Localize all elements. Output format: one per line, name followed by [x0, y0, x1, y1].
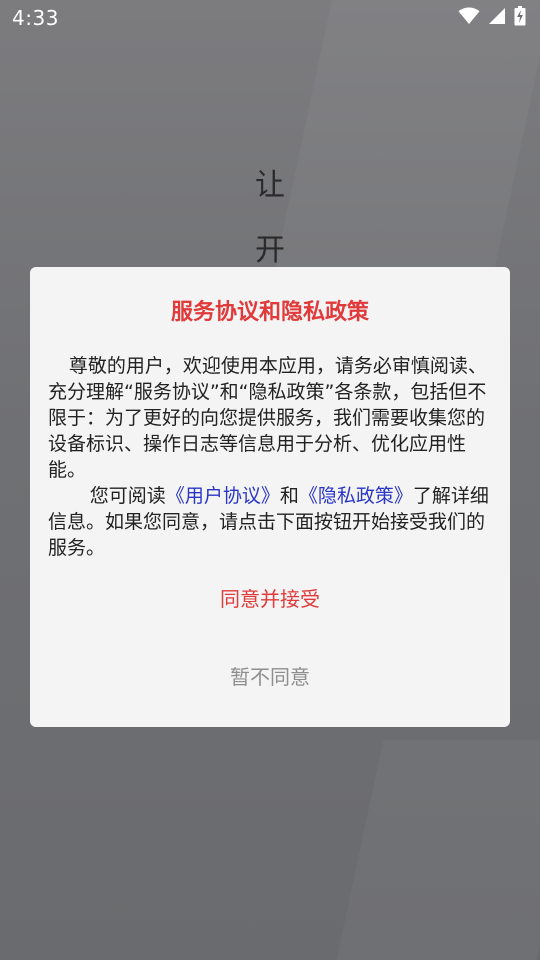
user-agreement-link[interactable]: 《用户协议》: [166, 485, 280, 507]
dialog-paragraph-links: 您可阅读《用户协议》和《隐私政策》了解详细信息。如果您同意，请点击下面按钮开始接…: [48, 483, 494, 561]
status-time: 4:33: [12, 6, 59, 30]
dialog-title: 服务协议和隐私政策: [170, 300, 369, 325]
privacy-policy-link[interactable]: 《隐私政策》: [299, 485, 413, 507]
paragraph-text: 和: [279, 485, 299, 507]
privacy-dialog: 服务协议和隐私政策 尊敬的用户，欢迎使用本应用，请务必审慎阅读、充分理解“服务协…: [30, 267, 510, 727]
dialog-body: 尊敬的用户，欢迎使用本应用，请务必审慎阅读、充分理解“服务协议”和“隐私政策”各…: [48, 353, 494, 561]
decline-button[interactable]: 暂不同意: [30, 662, 510, 692]
status-bar: 4:33: [0, 0, 540, 36]
agree-button[interactable]: 同意并接受: [30, 584, 510, 614]
background-decoration: [336, 740, 540, 960]
battery-charging-icon: [514, 6, 526, 30]
wifi-icon: [458, 7, 480, 29]
splash-screen: 4:33 让 开 服务协议和隐私政策 尊敬的用户，欢迎使用本应用，请务必审慎阅读…: [0, 0, 540, 960]
dialog-paragraph-intro: 尊敬的用户，欢迎使用本应用，请务必审慎阅读、充分理解“服务协议”和“隐私政策”各…: [48, 355, 487, 481]
paragraph-text: 您可阅读: [89, 485, 166, 507]
status-icons: [458, 6, 526, 30]
background-slogan-char: 让: [255, 168, 285, 203]
signal-icon: [488, 7, 506, 29]
background-slogan-char: 开: [255, 233, 285, 268]
